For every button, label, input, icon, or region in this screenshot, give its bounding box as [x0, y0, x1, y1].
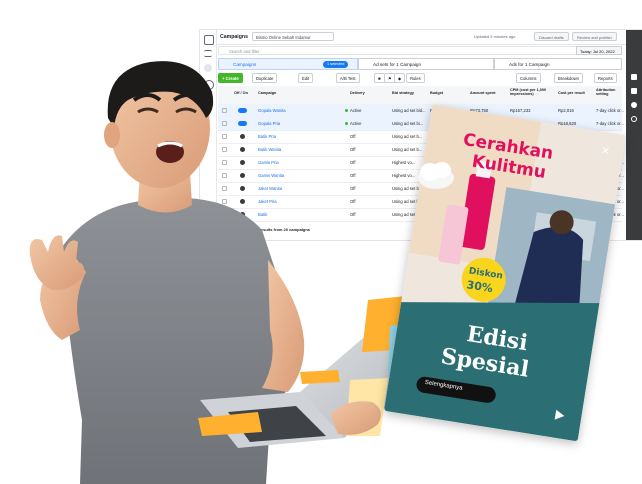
cloud-decoration — [418, 162, 454, 189]
send-icon[interactable] — [554, 409, 566, 421]
composite-illustration: Campaigns Bismo Online Sebah Indamur Upd… — [0, 0, 642, 484]
